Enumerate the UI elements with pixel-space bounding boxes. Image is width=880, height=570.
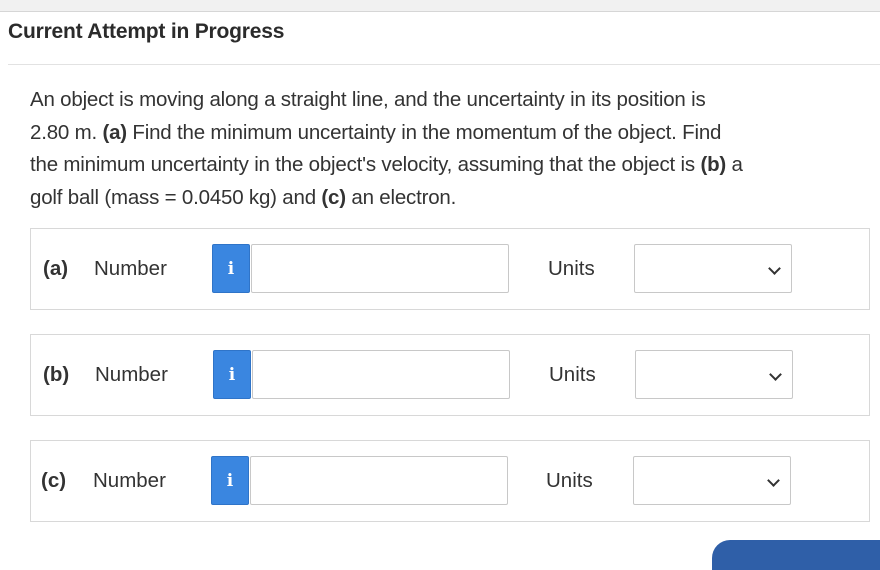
divider <box>8 64 880 65</box>
number-label: Number <box>94 257 167 280</box>
question-line: An object is moving along a straight lin… <box>30 88 706 111</box>
part-label: (a) <box>43 257 69 280</box>
question-line: 2.80 m. <box>30 120 103 144</box>
units-label: Units <box>548 257 595 280</box>
question-text: An object is moving along a straight lin… <box>30 84 875 214</box>
part-marker-a: (a) <box>102 120 127 144</box>
info-icon[interactable]: i <box>213 350 251 399</box>
question-line: golf ball (mass = 0.0450 kg) and <box>30 185 322 209</box>
question-line: a <box>726 153 743 176</box>
number-input-a[interactable] <box>251 244 509 293</box>
chevron-down-icon <box>769 368 782 381</box>
units-select-c[interactable] <box>633 456 791 505</box>
info-icon[interactable]: i <box>211 456 249 505</box>
info-icon[interactable]: i <box>212 244 250 293</box>
part-marker-b: (b) <box>700 153 727 176</box>
number-input-b[interactable] <box>252 350 510 399</box>
part-label: (c) <box>41 469 67 492</box>
answer-row-a: (a) Number i Units <box>30 228 870 310</box>
number-input-c[interactable] <box>250 456 508 505</box>
number-label: Number <box>95 363 168 386</box>
chevron-down-icon <box>768 262 781 275</box>
chevron-down-icon <box>767 474 780 487</box>
part-label: (b) <box>43 363 70 386</box>
number-label: Number <box>93 469 166 492</box>
submit-button[interactable] <box>712 540 880 570</box>
answer-row-b: (b) Number i Units <box>30 334 870 416</box>
question-line: Find the minimum uncertainty in the mome… <box>126 120 722 144</box>
answer-row-c: (c) Number i Units <box>30 440 870 522</box>
question-line: an electron. <box>345 185 457 209</box>
question-line: the minimum uncertainty in the object's … <box>30 153 701 176</box>
units-label: Units <box>549 363 596 386</box>
units-select-a[interactable] <box>634 244 792 293</box>
units-label: Units <box>546 469 593 492</box>
part-marker-c: (c) <box>321 185 346 209</box>
top-bar <box>0 0 880 12</box>
units-select-b[interactable] <box>635 350 793 399</box>
page-title: Current Attempt in Progress <box>8 20 285 43</box>
